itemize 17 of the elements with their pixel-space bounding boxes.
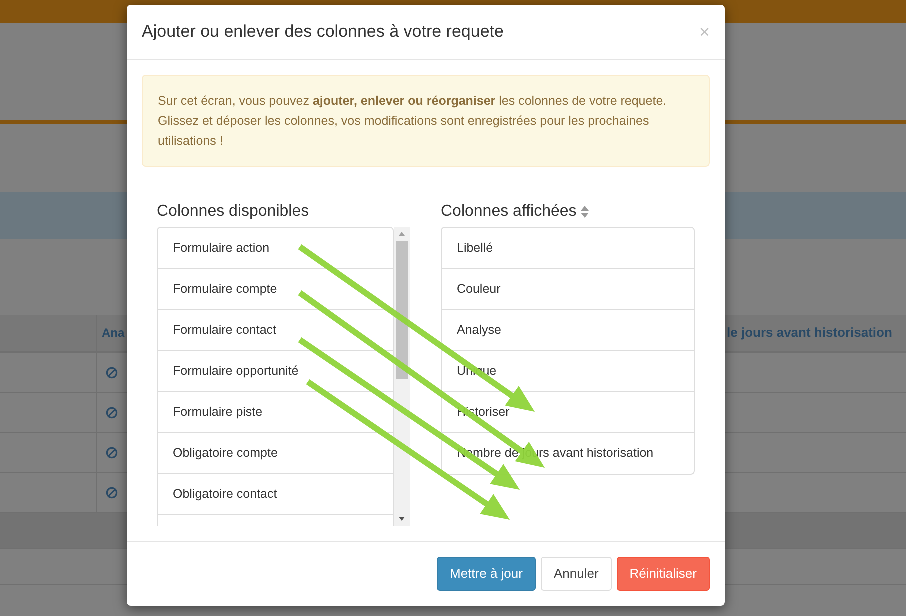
- ban-icon: [106, 486, 118, 498]
- scrollbar[interactable]: [394, 227, 410, 526]
- ban-icon: [106, 366, 118, 378]
- ban-icon: [106, 446, 118, 458]
- list-item[interactable]: Obligatoire contact: [158, 474, 393, 515]
- info-alert: Sur cet écran, vous pouvez ajouter, enlever ou réorganiser les colonnes de votre requete. Glissez et déposer les colonnes, vos modifications sont enregistrées pour les prochaines utilisations !: [142, 75, 710, 167]
- column-header: le jours avant historisation: [727, 324, 892, 342]
- sort-icon[interactable]: [580, 205, 590, 219]
- list-heading: Colonnes affichées: [441, 202, 577, 222]
- dialog-title: Ajouter ou enlever des colonnes à votre requete: [142, 21, 504, 44]
- ban-icon: [106, 406, 118, 418]
- column-header: Ana: [102, 325, 125, 342]
- dialog-button[interactable]: Mettre à jour: [437, 557, 536, 591]
- list-heading: Colonnes disponibles: [157, 202, 310, 222]
- dialog-button[interactable]: Annuler: [540, 557, 612, 591]
- list-item[interactable]: Couleur: [442, 269, 694, 310]
- list-item[interactable]: Libellé: [442, 228, 694, 269]
